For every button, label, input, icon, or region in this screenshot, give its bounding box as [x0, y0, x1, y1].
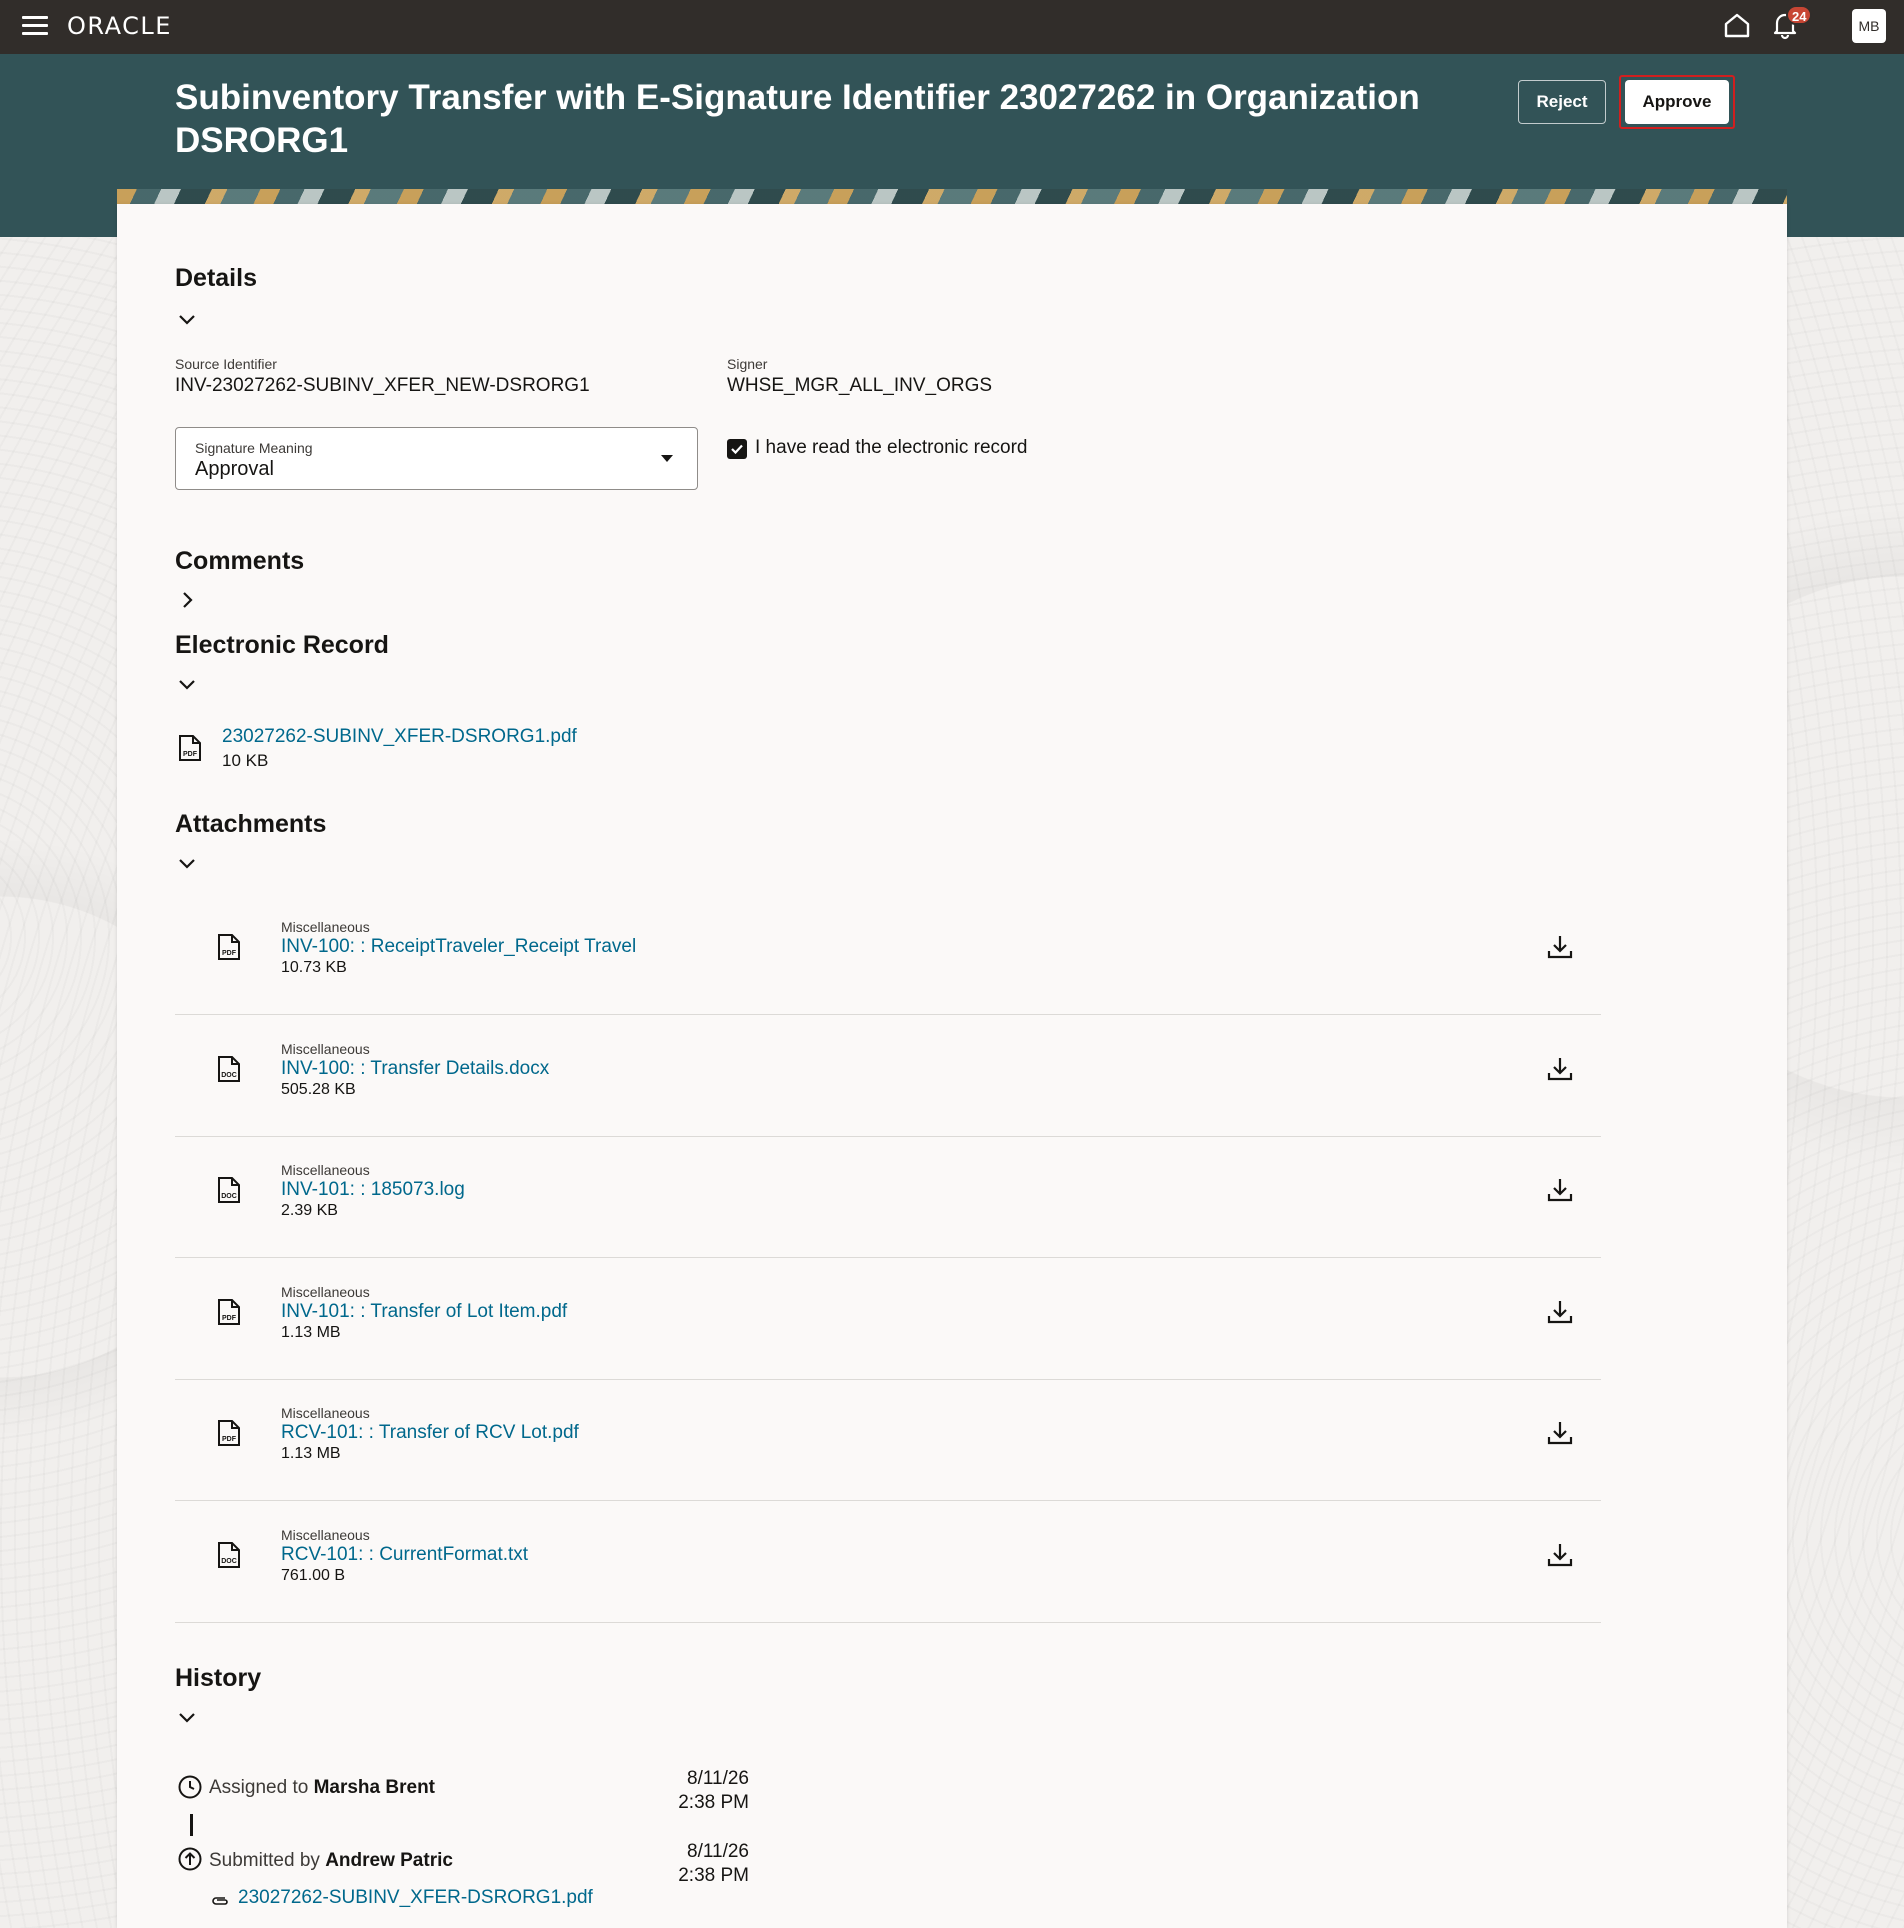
source-identifier-value: INV-23027262-SUBINV_XFER_NEW-DSRORG1: [175, 375, 590, 396]
attachment-size: 2.39 KB: [281, 1202, 338, 1219]
pdf-file-icon: PDF: [218, 934, 240, 960]
paperclip-icon: [212, 1897, 228, 1905]
signer-value: WHSE_MGR_ALL_INV_ORGS: [727, 375, 993, 396]
pdf-file-icon: PDF: [218, 1298, 240, 1325]
attachment-link[interactable]: INV-100: : ReceiptTraveler_Receipt Trave…: [281, 936, 636, 958]
home-icon[interactable]: [1722, 10, 1752, 40]
signature-meaning-label: Signature Meaning: [195, 440, 313, 456]
attachment-category: Miscellaneous: [281, 1283, 370, 1300]
attachment-size: 761.00 B: [281, 1566, 346, 1584]
download-icon[interactable]: [1545, 1297, 1575, 1327]
chevron-down-icon[interactable]: [175, 851, 199, 875]
chevron-down-icon[interactable]: [175, 1705, 199, 1729]
history-timestamp: 8/11/26 2:38 PM: [639, 1840, 749, 1888]
user-avatar[interactable]: MB: [1852, 9, 1886, 43]
history-timestamp: 8/11/26 2:38 PM: [639, 1767, 749, 1815]
electronic-record-size: 10 KB: [222, 751, 269, 770]
history-time: 2:38 PM: [678, 1865, 749, 1886]
page-title: Subinventory Transfer with E-Signature I…: [175, 78, 1420, 160]
attachment-row: DOC Miscellaneous RCV-101: : CurrentFormat…: [175, 1502, 1601, 1623]
download-icon[interactable]: [1545, 932, 1575, 962]
attachment-size: 10.73 KB: [281, 959, 347, 976]
download-icon[interactable]: [1545, 1540, 1575, 1570]
electronic-record-section-title: Electronic Record: [175, 631, 389, 659]
file-type-tag: DOC: [221, 1072, 237, 1079]
attachment-category: Miscellaneous: [281, 919, 370, 935]
clock-icon: [178, 1775, 202, 1799]
checkmark-icon: [731, 444, 743, 455]
decorative-banner: [117, 189, 1787, 205]
svg-text:PDF: PDF: [183, 751, 198, 758]
attachment-row: PDF Miscellaneous RCV-101: : Transfer of R…: [175, 1380, 1601, 1501]
history-attachment-link[interactable]: 23027262-SUBINV_XFER-DSRORG1.pdf: [238, 1887, 593, 1909]
history-entry-assigned: Assigned to Marsha Brent: [209, 1777, 435, 1799]
doc-file-icon: DOC: [218, 1055, 240, 1082]
attachment-size: 505.28 KB: [281, 1080, 356, 1098]
read-record-checkbox[interactable]: [727, 439, 747, 459]
pdf-file-icon: PDF: [218, 1420, 240, 1446]
attachment-row: DOC Miscellaneous INV-100: : Transfer Deta…: [175, 1016, 1601, 1137]
history-date: 8/11/26: [687, 1768, 749, 1789]
attachment-link[interactable]: INV-100: : Transfer Details.docx: [281, 1058, 549, 1080]
history-timeline-connector: [190, 1814, 193, 1836]
attachments-section-title: Attachments: [175, 810, 327, 838]
download-icon[interactable]: [1545, 1054, 1575, 1084]
attachment-link[interactable]: RCV-101: : CurrentFormat.txt: [281, 1544, 528, 1566]
attachment-category: Miscellaneous: [281, 1162, 370, 1178]
signer-label: Signer: [727, 356, 768, 372]
pdf-file-icon: PDF: [179, 735, 201, 761]
history-entry-submitted: Submitted by Andrew Patric: [209, 1850, 453, 1872]
file-type-tag: PDF: [222, 1436, 237, 1443]
history-person: Andrew Patric: [325, 1850, 453, 1871]
chevron-down-icon[interactable]: [175, 307, 199, 331]
attachment-category: Miscellaneous: [281, 1526, 370, 1543]
oracle-logo[interactable]: ORACLE: [67, 12, 172, 40]
read-record-checkbox-label[interactable]: I have read the electronic record: [755, 437, 1028, 459]
history-section-title: History: [175, 1664, 262, 1692]
signature-meaning-value: Approval: [195, 458, 274, 480]
attachment-size: 1.13 MB: [281, 1445, 341, 1462]
source-identifier-label: Source Identifier: [175, 356, 277, 372]
attachment-size: 1.13 MB: [281, 1323, 341, 1341]
attachment-link[interactable]: INV-101: : Transfer of Lot Item.pdf: [281, 1301, 567, 1323]
global-header: ORACLE 24 MB: [0, 0, 1904, 54]
chevron-down-icon[interactable]: [175, 672, 199, 696]
details-section-title: Details: [175, 264, 257, 292]
file-type-tag: DOC: [221, 1558, 237, 1565]
comments-section-title: Comments: [175, 547, 305, 575]
caret-down-icon: [661, 455, 673, 462]
history-person: Marsha Brent: [313, 1777, 435, 1798]
attachment-row: PDF Miscellaneous INV-101: : Transfer of L…: [175, 1259, 1601, 1380]
approve-button-highlight: Approve: [1619, 75, 1735, 129]
attachment-link[interactable]: INV-101: : 185073.log: [281, 1179, 465, 1201]
file-type-tag: PDF: [222, 1315, 237, 1322]
download-icon[interactable]: [1545, 1175, 1575, 1205]
signature-meaning-select[interactable]: Signature Meaning Approval: [175, 427, 698, 490]
electronic-record-link[interactable]: 23027262-SUBINV_XFER-DSRORG1.pdf: [222, 726, 577, 748]
main-content-card: Details Source Identifier INV-23027262-S…: [117, 204, 1787, 1928]
file-type-tag: PDF: [222, 950, 237, 957]
menu-icon[interactable]: [22, 16, 48, 36]
notification-count-badge: 24: [1786, 5, 1813, 25]
approve-button[interactable]: Approve: [1625, 80, 1729, 124]
doc-file-icon: DOC: [218, 1177, 240, 1203]
attachment-category: Miscellaneous: [281, 1040, 370, 1057]
chevron-right-icon[interactable]: [175, 588, 199, 612]
file-type-tag: DOC: [221, 1193, 237, 1200]
attachment-row: DOC Miscellaneous INV-101: : 185073.log 2.3…: [175, 1137, 1601, 1258]
history-time: 2:38 PM: [678, 1792, 749, 1813]
history-action: Submitted by: [209, 1850, 320, 1871]
download-icon[interactable]: [1545, 1418, 1575, 1448]
submit-arrow-icon: [178, 1847, 202, 1871]
history-date: 8/11/26: [687, 1841, 749, 1862]
attachment-row: PDF Miscellaneous INV-100: : ReceiptTravel…: [175, 894, 1601, 1015]
reject-button[interactable]: Reject: [1518, 80, 1606, 124]
doc-file-icon: DOC: [218, 1541, 240, 1568]
history-action: Assigned to: [209, 1777, 309, 1798]
attachment-category: Miscellaneous: [281, 1405, 370, 1421]
attachment-link[interactable]: RCV-101: : Transfer of RCV Lot.pdf: [281, 1422, 579, 1444]
